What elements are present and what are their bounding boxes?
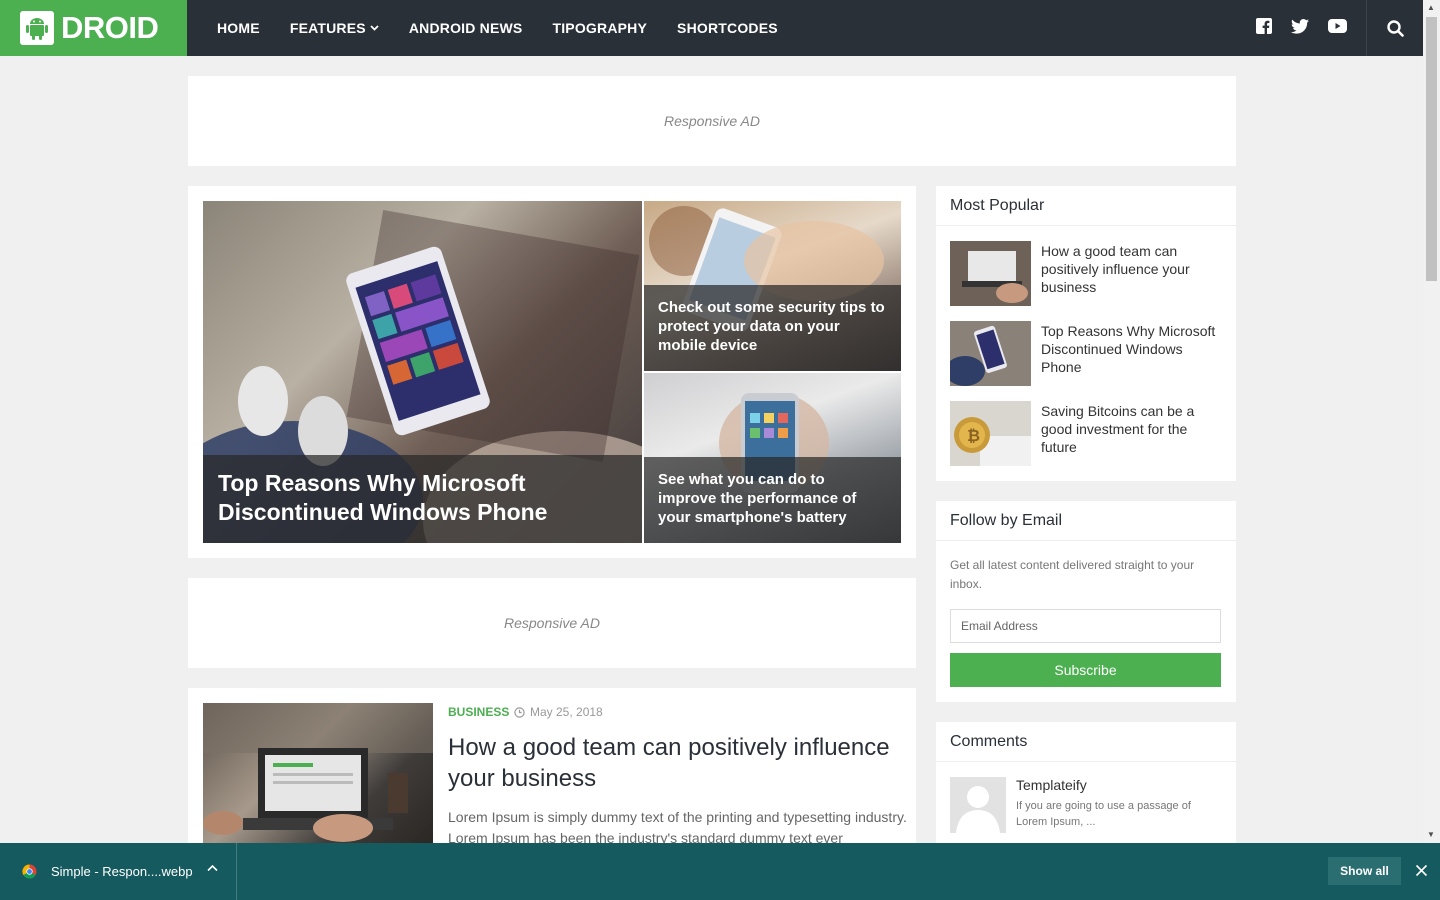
ad-label: Responsive AD: [504, 615, 600, 631]
popular-item[interactable]: How a good team can positively influence…: [950, 241, 1222, 307]
widget-title: Follow by Email: [936, 501, 1236, 541]
chevron-up-icon[interactable]: [207, 864, 218, 872]
post-category[interactable]: BUSINESS: [448, 705, 509, 719]
nav-home[interactable]: HOME: [217, 20, 260, 36]
search-icon: [1386, 19, 1404, 37]
chrome-icon: [22, 864, 37, 879]
ad-banner-middle[interactable]: Responsive AD: [188, 578, 916, 668]
featured-side-top-title[interactable]: Check out some security tips to protect …: [658, 299, 885, 354]
post-date: May 25, 2018: [514, 705, 603, 719]
comment-excerpt[interactable]: If you are going to use a passage of Lor…: [1016, 798, 1216, 830]
popular-thumbnail: [950, 241, 1031, 306]
nav-android-news[interactable]: ANDROID NEWS: [409, 20, 523, 36]
close-icon[interactable]: [1415, 864, 1428, 877]
featured-main-caption: Top Reasons Why Microsoft Discontinued W…: [203, 455, 642, 543]
clock-icon: [514, 706, 525, 718]
featured-side-bottom-caption: See what you can do to improve the perfo…: [644, 457, 901, 543]
chevron-down-icon: [370, 25, 379, 31]
popular-item-title: How a good team can positively influence…: [1041, 243, 1190, 295]
post-card: BUSINESS May 25, 2018 How a good team ca…: [188, 688, 916, 858]
featured-side-post-bottom[interactable]: See what you can do to improve the perfo…: [644, 373, 901, 543]
featured-side-bottom-title[interactable]: See what you can do to improve the perfo…: [658, 471, 856, 526]
featured-side-post-top[interactable]: Check out some security tips to protect …: [644, 201, 901, 371]
android-icon: [20, 11, 54, 45]
svg-text:₿: ₿: [967, 427, 980, 445]
email-field[interactable]: [950, 609, 1221, 643]
scroll-down-arrow-icon[interactable]: ▼: [1427, 830, 1435, 839]
ad-banner-top[interactable]: Responsive AD: [188, 76, 1236, 166]
nav-label: ANDROID NEWS: [408, 20, 523, 36]
default-avatar-icon: [950, 777, 1006, 833]
widget-follow-email: Follow by Email Get all latest content d…: [936, 501, 1236, 702]
post-thumbnail-image: [203, 703, 433, 842]
post-title[interactable]: How a good team can positively influence…: [448, 732, 908, 794]
featured-main-post[interactable]: Top Reasons Why Microsoft Discontinued W…: [203, 201, 642, 543]
nav-label: FEATURES: [289, 20, 366, 36]
logo-text: DROID: [61, 10, 159, 45]
download-bar: Simple - Respon....webp Show all: [0, 843, 1440, 900]
scroll-up-arrow-icon[interactable]: ▲: [1427, 3, 1435, 12]
nav-shortcodes[interactable]: SHORTCODES: [677, 20, 778, 36]
search-button[interactable]: [1366, 0, 1423, 56]
popular-thumbnail: ₿: [950, 401, 1031, 466]
comment-author[interactable]: Templateify: [1016, 777, 1087, 793]
post-date-text: May 25, 2018: [530, 705, 603, 719]
featured-side-top-caption: Check out some security tips to protect …: [644, 285, 901, 371]
follow-description: Get all latest content delivered straigh…: [950, 558, 1195, 591]
nav-label: SHORTCODES: [677, 20, 778, 36]
featured-main-title[interactable]: Top Reasons Why Microsoft Discontinued W…: [218, 470, 547, 525]
facebook-icon[interactable]: [1256, 18, 1272, 34]
featured-grid: Top Reasons Why Microsoft Discontinued W…: [188, 186, 916, 558]
popular-item[interactable]: Top Reasons Why Microsoft Discontinued W…: [950, 321, 1222, 387]
widget-title: Comments: [936, 722, 1236, 762]
download-item[interactable]: Simple - Respon....webp: [0, 843, 237, 900]
popular-item-title: Saving Bitcoins can be a good investment…: [1041, 403, 1195, 455]
site-logo[interactable]: DROID: [0, 0, 187, 56]
subscribe-button[interactable]: Subscribe: [950, 653, 1221, 687]
nav-features[interactable]: FEATURES: [290, 20, 379, 36]
popular-item-title: Top Reasons Why Microsoft Discontinued W…: [1041, 323, 1216, 375]
nav-label: TIPOGRAPHY: [552, 20, 648, 36]
avatar: [950, 777, 1006, 833]
twitter-icon[interactable]: [1291, 18, 1309, 34]
popular-thumbnail: [950, 321, 1031, 386]
page-scrollbar[interactable]: ▲ ▼: [1423, 0, 1440, 843]
site-header: DROID HOME FEATURES ANDROID NEWS TIPOGRA…: [0, 0, 1423, 56]
show-all-button[interactable]: Show all: [1328, 857, 1401, 885]
youtube-icon[interactable]: [1328, 19, 1347, 33]
popular-item[interactable]: ₿ Saving Bitcoins can be a good investme…: [950, 401, 1222, 467]
widget-comments: Comments Templateify If you are going to…: [936, 722, 1236, 858]
ad-label: Responsive AD: [664, 113, 760, 129]
download-file-name: Simple - Respon....webp: [51, 864, 193, 879]
social-links: [1237, 18, 1347, 34]
widget-most-popular: Most Popular How a good team can positiv…: [936, 186, 1236, 481]
nav-label: HOME: [217, 20, 260, 36]
widget-title: Most Popular: [936, 186, 1236, 226]
main-nav: HOME FEATURES ANDROID NEWS TIPOGRAPHY SH…: [217, 0, 808, 56]
post-thumbnail[interactable]: [203, 703, 433, 848]
scroll-thumb[interactable]: [1426, 17, 1437, 281]
nav-tipography[interactable]: TIPOGRAPHY: [552, 20, 647, 36]
